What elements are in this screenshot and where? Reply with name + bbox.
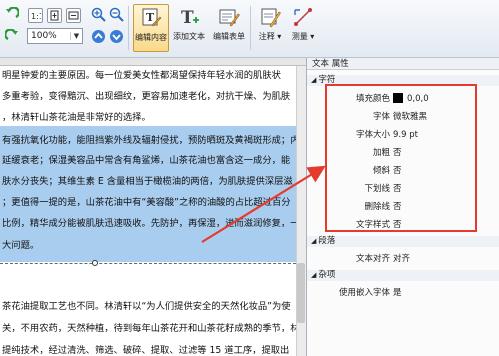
annotation-label: 注释 ▾ — [258, 32, 282, 41]
measure-button[interactable]: 测量 ▾ — [285, 4, 321, 52]
measure-icon — [294, 8, 312, 26]
zoom-out-button[interactable] — [109, 7, 124, 22]
arrow-down-circle-icon — [110, 30, 123, 43]
actual-size-icon: 1:1 — [31, 12, 41, 21]
section-misc[interactable]: ◢ 杂项 — [307, 270, 499, 281]
zoom-out-icon — [109, 7, 124, 22]
next-page-button[interactable] — [109, 29, 124, 44]
text-line[interactable]: 明星钟爱的主要原因。每一位爱美女性都渴望保持年轻水润的肌肤状 — [2, 69, 281, 83]
collapse-icon: ◢ — [311, 237, 317, 245]
arrow-up-circle-icon — [92, 30, 105, 43]
selection-border — [0, 263, 296, 264]
svg-text:1:1: 1:1 — [31, 12, 41, 21]
edit-form-icon — [219, 9, 240, 27]
document-view[interactable]: 明星钟爱的主要原因。每一位爱美女性都渴望保持年轻水润的肌肤状 多重考验，变得黯沉… — [0, 58, 306, 356]
fit-width-icon — [68, 11, 79, 20]
fit-page-button[interactable] — [47, 8, 62, 23]
annotation-icon — [261, 8, 281, 28]
chevron-down-icon: ▼ — [70, 32, 82, 40]
edit-content-label: 编辑内容 — [135, 33, 167, 42]
toolbar-separator — [128, 6, 129, 50]
text-line[interactable]: 提纯技术，经过清洗、筛选、破碎、提取、过滤等 15 道工序，提取出 — [2, 344, 289, 356]
redo-button[interactable] — [5, 28, 19, 44]
zoom-value: 100% — [31, 31, 57, 41]
text-line[interactable]: 比例，精华成分能被肌肤迅速吸收。先防护，再保湿，进而滋润修复，一 — [2, 217, 300, 231]
edit-form-button[interactable]: 编辑表单 — [211, 4, 247, 52]
text-line[interactable]: 有强抗氧化功能，能阻挡紫外线及辐射侵扰，预防晒斑及黄褐斑形成；内 — [2, 134, 300, 148]
undo-icon — [6, 7, 19, 19]
text-line[interactable]: 关，不用农药，天然种植，待到每年山茶花开和山茶花籽成熟的季节，林 — [2, 322, 300, 336]
text-line[interactable]: ，林清轩山茶花油是非常好的选择。 — [2, 111, 151, 125]
add-text-label: 添加文本 — [173, 32, 205, 41]
text-line[interactable]: 大问题。 — [2, 239, 39, 253]
add-text-button[interactable]: T 添加文本 — [171, 4, 207, 52]
add-text-icon: T — [181, 8, 199, 28]
zoom-in-button[interactable] — [91, 7, 106, 22]
edit-form-label: 编辑表单 — [213, 32, 245, 41]
toolbar-separator — [250, 6, 251, 50]
fit-page-icon — [50, 10, 59, 21]
section-paragraph[interactable]: ◢ 段落 — [307, 236, 499, 247]
svg-text:T: T — [181, 8, 194, 28]
scrollbar-thumb[interactable] — [297, 263, 305, 323]
previous-page-button[interactable] — [91, 29, 106, 44]
edit-content-icon: T — [142, 8, 162, 27]
text-line[interactable]: 茶花油提取工艺也不同。林清轩以“为人们提供安全的天然化妆品”为使 — [2, 300, 291, 314]
measure-label: 测量 ▾ — [291, 32, 315, 41]
zoom-select[interactable]: 100% ▼ — [27, 28, 83, 44]
edit-content-button[interactable]: T 编辑内容 — [133, 4, 169, 52]
panel-title: 文本 属性 — [307, 58, 499, 70]
ruler — [0, 58, 306, 66]
svg-text:T: T — [146, 11, 155, 24]
prop-text-align[interactable]: 文本对齐 对齐 — [307, 251, 499, 267]
text-line[interactable]: 延缓衰老；保湿美容品中常含有角鲨烯，山茶花油也富含这一成分，能 — [2, 154, 290, 168]
highlight-box — [325, 84, 477, 232]
collapse-icon: ◢ — [311, 76, 317, 84]
text-line[interactable]: 肤水分丧失；其维生素 E 含量相当于橄榄油的两倍，为肌肤提供深层滋 — [2, 175, 293, 189]
text-line[interactable]: 多重考验，变得黯沉、出现细纹，更容易加速老化，对抗干燥、为肌肤 — [2, 90, 290, 104]
zoom-in-icon — [91, 7, 106, 22]
collapse-icon: ◢ — [311, 271, 317, 279]
actual-size-button[interactable]: 1:1 — [28, 8, 43, 23]
toolbar: 1:1 100% ▼ T 编辑内容 T 添加文本 编辑表单 注释 ▾ — [0, 0, 499, 58]
redo-icon — [5, 29, 18, 41]
annotation-button[interactable]: 注释 ▾ — [252, 4, 288, 52]
undo-button[interactable] — [5, 6, 19, 22]
prop-embed-font[interactable]: 使用嵌入字体 是 — [307, 285, 499, 301]
resize-handle[interactable] — [92, 260, 98, 266]
fit-width-button[interactable] — [66, 8, 81, 23]
text-line[interactable]: ；更值得一提的是，山茶花油中有“美容酸”之称的油酸的占比超过百分 — [2, 196, 291, 210]
